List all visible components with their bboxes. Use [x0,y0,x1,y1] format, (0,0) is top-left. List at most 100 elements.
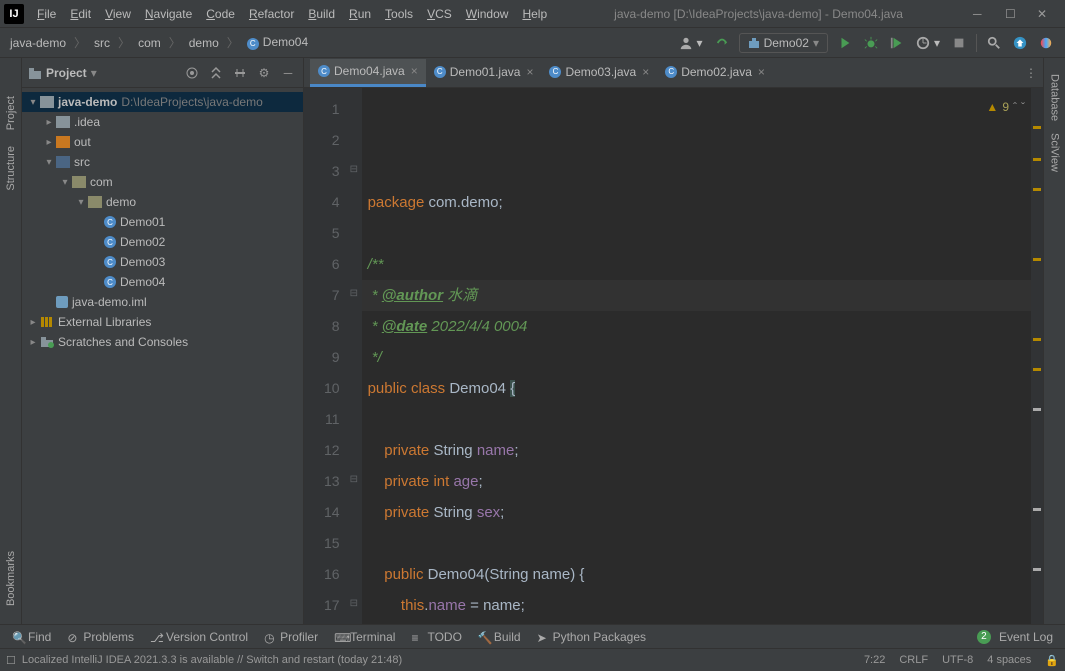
status-message[interactable]: Localized IntelliJ IDEA 2021.3.3 is avai… [22,654,402,666]
close-tab-icon[interactable]: × [526,65,533,79]
profile-button[interactable]: ▾ [910,33,946,53]
editor-tabs-more-button[interactable]: ⋮ [1019,63,1043,83]
code-line[interactable]: } [368,621,1025,624]
breadcrumb-item[interactable]: src [90,34,114,52]
debug-button[interactable] [858,33,884,53]
tool-window-button-find[interactable]: 🔍Find [4,628,59,646]
tree-arrow-icon[interactable]: ▾ [58,177,72,188]
code-line[interactable]: /** [368,249,1025,280]
tool-window-button-project[interactable]: Project [5,88,17,138]
tree-external-libs[interactable]: ▸ External Libraries [22,312,303,332]
minimize-icon[interactable]: ─ [973,7,987,21]
tool-window-button-terminal[interactable]: ⌨Terminal [326,628,403,646]
tool-window-button-structure[interactable]: Structure [5,138,17,199]
tree-item[interactable]: java-demo.iml [22,292,303,312]
hide-button[interactable]: ─ [279,64,297,82]
stop-button[interactable] [946,33,972,53]
breadcrumb-item[interactable]: com [134,34,165,52]
tree-arrow-icon[interactable]: ▸ [42,117,56,128]
tool-window-button-sciview[interactable]: SciView [1049,127,1061,178]
select-opened-file-button[interactable] [183,64,201,82]
tool-window-button-build[interactable]: 🔨Build [470,628,529,646]
tree-item[interactable]: CDemo04 [22,272,303,292]
menu-help[interactable]: Help [515,4,554,24]
code-line[interactable] [368,218,1025,249]
code-line[interactable]: public Demo04(String name) { [368,559,1025,590]
file-encoding[interactable]: UTF-8 [942,654,973,666]
tool-window-button-problems[interactable]: ⊘Problems [59,628,142,646]
tool-windows-icon[interactable]: ☐ [6,654,16,667]
event-log-button[interactable]: 2 Event Log [969,628,1061,646]
ide-settings-button[interactable] [1033,33,1059,53]
breadcrumb-item[interactable]: java-demo [6,34,70,52]
update-button[interactable] [1007,33,1033,53]
menu-code[interactable]: Code [199,4,242,24]
menu-window[interactable]: Window [459,4,516,24]
tree-root[interactable]: ▾ java-demo D:\IdeaProjects\java-demo [22,92,303,112]
run-button[interactable] [832,33,858,53]
close-tab-icon[interactable]: × [411,64,418,78]
tree-arrow-icon[interactable]: ▾ [74,197,88,208]
line-separator[interactable]: CRLF [899,654,928,666]
tool-window-button-vcs[interactable]: ⎇Version Control [142,628,256,646]
fold-toggle-icon[interactable]: ⊟ [350,598,358,609]
editor-tab[interactable]: CDemo02.java× [657,59,773,87]
code-line[interactable]: * @date 2022/4/4 0004 [368,311,1025,342]
menu-refactor[interactable]: Refactor [242,4,301,24]
menu-file[interactable]: File [30,4,63,24]
tree-item[interactable]: CDemo03 [22,252,303,272]
fold-toggle-icon[interactable]: ⊟ [350,288,358,299]
fold-toggle-icon[interactable]: ⊟ [350,164,358,175]
menu-build[interactable]: Build [301,4,342,24]
fold-toggle-icon[interactable]: ⊟ [350,474,358,485]
editor-body[interactable]: 123456789101112131415161720 ⊟⊟⊟⊟ ▲ 9 ˆ ˇ… [304,88,1043,624]
tree-arrow-icon[interactable]: ▾ [42,157,56,168]
run-config-selector[interactable]: Demo02 ▾ [739,33,828,53]
code-editor[interactable]: ▲ 9 ˆ ˇ package com.demo; /** * @author … [362,88,1031,624]
code-line[interactable]: * @author 水滴 [368,280,1025,311]
editor-tab[interactable]: CDemo01.java× [426,59,542,87]
close-icon[interactable]: ✕ [1037,7,1051,21]
fold-gutter[interactable]: ⊟ ⊟ ⊟ ⊟ [348,88,362,624]
menu-edit[interactable]: Edit [63,4,98,24]
menu-view[interactable]: View [98,4,138,24]
tree-item[interactable]: ▾demo [22,192,303,212]
error-stripe[interactable] [1031,88,1043,624]
tree-item[interactable]: CDemo02 [22,232,303,252]
inspection-widget[interactable]: ▲ 9 ˆ ˇ [986,92,1025,123]
code-line[interactable] [368,404,1025,435]
code-line[interactable]: public class Demo04 { [368,373,1025,404]
tool-window-button-database[interactable]: Database [1049,68,1061,127]
tree-scratches[interactable]: ▸ Scratches and Consoles [22,332,303,352]
breadcrumb-item[interactable]: demo [185,34,223,52]
tree-item[interactable]: ▸.idea [22,112,303,132]
menu-vcs[interactable]: VCS [420,4,459,24]
tool-window-button-bookmarks[interactable]: Bookmarks [5,543,17,614]
code-line[interactable]: package com.demo; [368,187,1025,218]
menu-tools[interactable]: Tools [378,4,420,24]
readonly-lock-icon[interactable]: 🔒 [1045,654,1059,667]
tree-item[interactable]: ▸out [22,132,303,152]
coverage-button[interactable] [884,33,910,53]
code-line[interactable]: */ [368,342,1025,373]
menu-navigate[interactable]: Navigate [138,4,199,24]
tree-item[interactable]: ▾src [22,152,303,172]
tree-arrow-icon[interactable]: ▸ [42,137,56,148]
expand-all-button[interactable] [207,64,225,82]
code-line[interactable]: private String sex; [368,497,1025,528]
settings-button[interactable]: ⚙ [255,64,273,82]
tree-item[interactable]: CDemo01 [22,212,303,232]
curved-arrow-icon[interactable] [709,33,735,53]
code-line[interactable]: private String name; [368,435,1025,466]
tree-item[interactable]: ▾com [22,172,303,192]
close-tab-icon[interactable]: × [642,65,649,79]
tool-window-button-todo[interactable]: ≡TODO [403,628,469,646]
code-line[interactable]: this.name = name; [368,590,1025,621]
maximize-icon[interactable]: ☐ [1005,7,1019,21]
breadcrumb-active[interactable]: CDemo04 [243,33,312,52]
indent-setting[interactable]: 4 spaces [987,654,1031,666]
editor-tab[interactable]: CDemo03.java× [541,59,657,87]
cursor-position[interactable]: 7:22 [864,654,885,666]
search-button[interactable] [981,33,1007,53]
tool-window-button-python[interactable]: ➤Python Packages [529,628,654,646]
